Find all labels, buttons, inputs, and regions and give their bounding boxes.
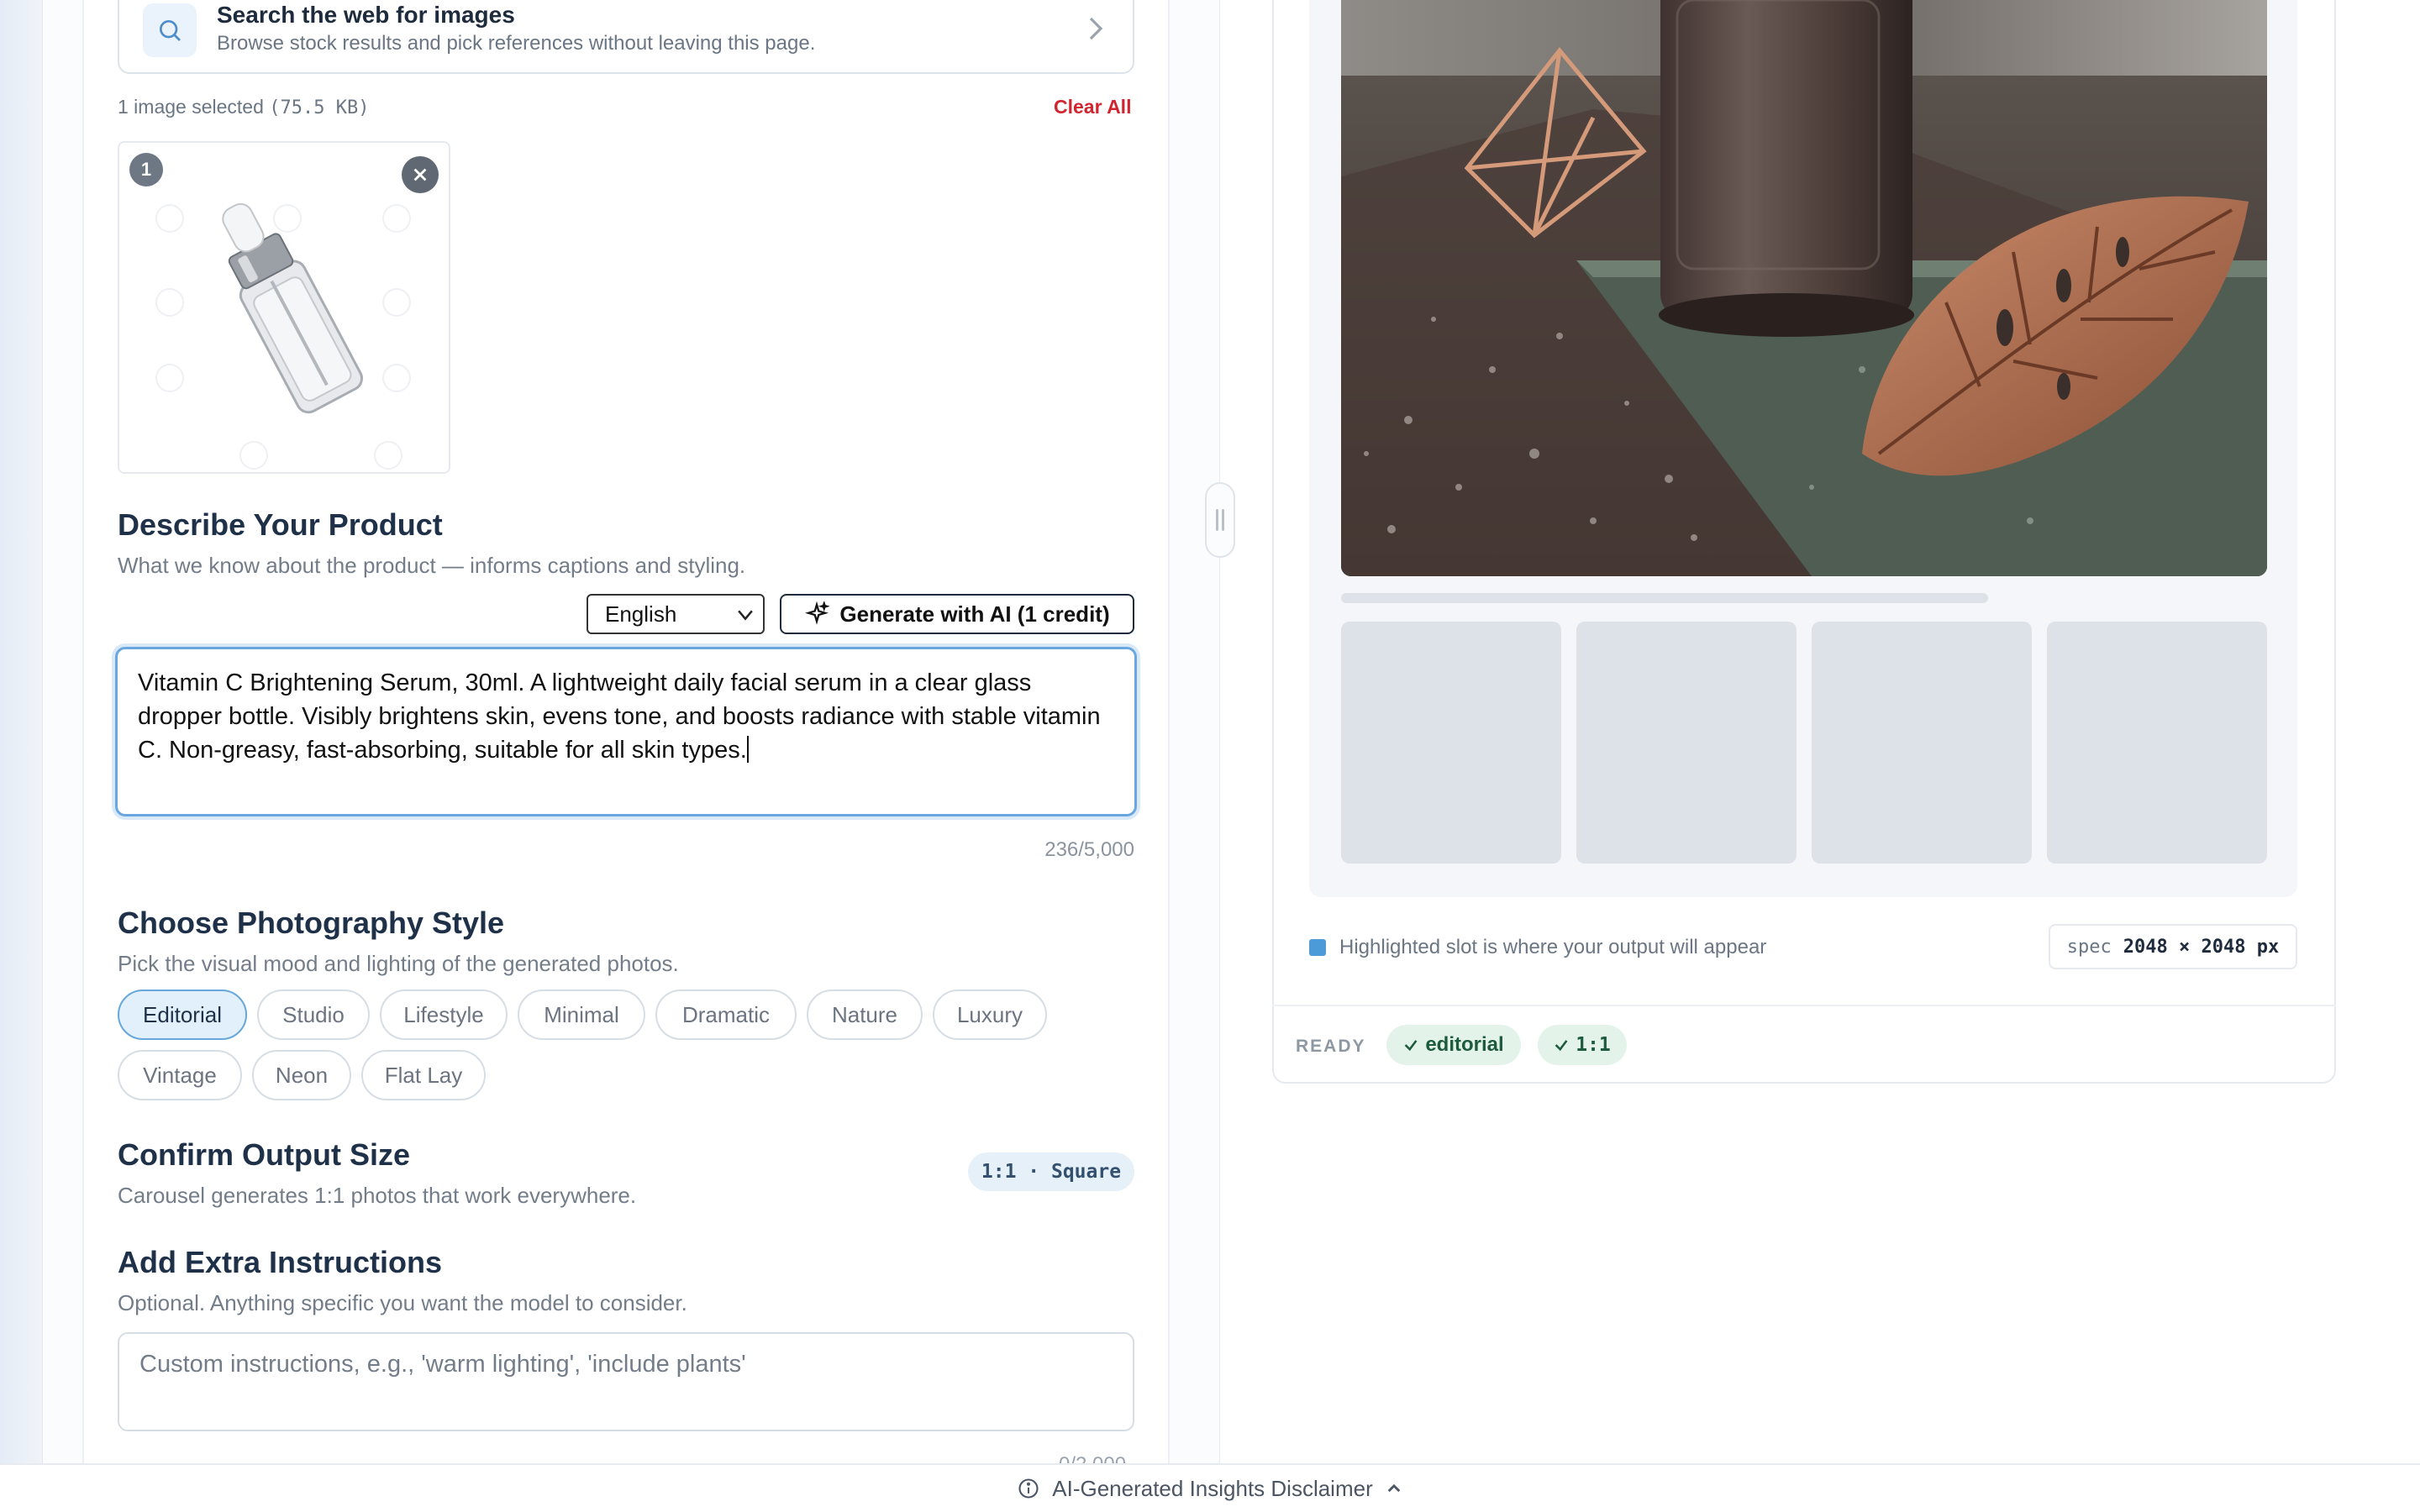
highlight-swatch <box>1309 939 1326 956</box>
page-edge <box>0 0 42 1512</box>
preview-status-bar: READY editorial 1:1 <box>1272 1005 2336 1084</box>
text-cursor <box>746 736 749 763</box>
style-chip-neon[interactable]: Neon <box>252 1050 351 1100</box>
info-icon <box>1018 1478 1039 1499</box>
generate-button-label: Generate with AI (1 credit) <box>839 601 1110 627</box>
output-slot-3 <box>1812 622 2032 864</box>
output-slot-hint-text: Highlighted slot is where your output wi… <box>1339 936 1767 958</box>
status-tag-style-label: editorial <box>1425 1033 1504 1056</box>
selected-image-thumbnail[interactable]: 1 <box>118 141 450 474</box>
serum-bottle-image <box>155 202 411 470</box>
selection-info: 1 image selected (75.5 KB) <box>118 96 370 118</box>
style-chip-luxury[interactable]: Luxury <box>933 990 1047 1040</box>
aspect-ratio-badge: 1:1 · Square <box>968 1152 1134 1191</box>
style-chip-minimal[interactable]: Minimal <box>518 990 645 1040</box>
style-chip-dramatic[interactable]: Dramatic <box>655 990 797 1040</box>
search-web-images-card[interactable]: Search the web for images Browse stock r… <box>118 0 1134 74</box>
generate-with-ai-button[interactable]: Generate with AI (1 credit) <box>780 594 1134 634</box>
status-tag-ratio-label: 1:1 <box>1576 1034 1611 1056</box>
panel-divider <box>1219 0 1220 1512</box>
output-slot-2 <box>1576 622 1797 864</box>
sparkle-icon <box>805 601 830 625</box>
status-tag-style: editorial <box>1386 1025 1521 1065</box>
resize-handle[interactable] <box>1205 482 1235 558</box>
output-spec-box: spec 2048 × 2048 px <box>2049 924 2297 969</box>
spec-label: spec <box>2066 936 2112 958</box>
spec-value: 2048 × 2048 px <box>2123 936 2280 958</box>
extra-section-title: Add Extra Instructions <box>118 1245 443 1279</box>
describe-section-title: Describe Your Product <box>118 507 443 542</box>
disclaimer-footer[interactable]: AI-Generated Insights Disclaimer <box>0 1463 2420 1512</box>
close-icon <box>413 168 427 181</box>
search-card-title: Search the web for images <box>217 2 515 28</box>
language-value: English <box>605 601 677 627</box>
style-chip-flat-lay[interactable]: Flat Lay <box>361 1050 486 1100</box>
status-ready: READY <box>1296 1037 1366 1056</box>
check-icon <box>1555 1040 1568 1052</box>
disclaimer-label: AI-Generated Insights Disclaimer <box>1052 1475 1373 1501</box>
output-section-subtitle: Carousel generates 1:1 photos that work … <box>118 1183 637 1208</box>
style-section-title: Choose Photography Style <box>118 906 505 940</box>
style-chip-lifestyle[interactable]: Lifestyle <box>380 990 508 1040</box>
product-description-textarea[interactable]: Vitamin C Brightening Serum, 30ml. A lig… <box>115 647 1137 816</box>
product-description-text: Vitamin C Brightening Serum, 30ml. A lig… <box>138 669 1101 764</box>
output-section-title: Confirm Output Size <box>118 1137 410 1172</box>
clear-all-button[interactable]: Clear All <box>1054 96 1131 118</box>
selection-size: (75.5 KB) <box>269 97 370 118</box>
language-select[interactable]: English <box>587 594 765 634</box>
style-chip-studio[interactable]: Studio <box>257 990 370 1040</box>
output-slot-1 <box>1341 622 1561 864</box>
style-chip-editorial[interactable]: Editorial <box>118 990 247 1040</box>
style-chip-nature[interactable]: Nature <box>807 990 923 1040</box>
status-tag-ratio: 1:1 <box>1538 1025 1627 1065</box>
extra-instructions-textarea[interactable]: Custom instructions, e.g., 'warm lightin… <box>118 1332 1134 1431</box>
extra-section-subtitle: Optional. Anything specific you want the… <box>118 1290 687 1315</box>
output-slot-4 <box>2047 622 2267 864</box>
description-counter: 236/5,000 <box>1044 838 1134 861</box>
generation-progress-bar <box>1341 593 1988 603</box>
search-card-subtitle: Browse stock results and pick references… <box>217 32 816 55</box>
remove-image-button[interactable] <box>402 156 439 193</box>
chevron-down-icon <box>738 610 753 621</box>
check-icon <box>1404 1040 1418 1052</box>
chevron-up-icon <box>1387 1483 1401 1493</box>
style-chip-vintage[interactable]: Vintage <box>118 1050 242 1100</box>
selection-count: 1 image selected <box>118 96 264 118</box>
describe-section-subtitle: What we know about the product — informs… <box>118 553 746 578</box>
search-icon <box>143 3 197 57</box>
output-slot-hint: Highlighted slot is where your output wi… <box>1309 936 1766 959</box>
image-order-badge: 1 <box>129 153 163 186</box>
preview-image <box>1341 0 2267 576</box>
chevron-right-icon <box>1087 17 1104 45</box>
style-section-subtitle: Pick the visual mood and lighting of the… <box>118 951 679 976</box>
